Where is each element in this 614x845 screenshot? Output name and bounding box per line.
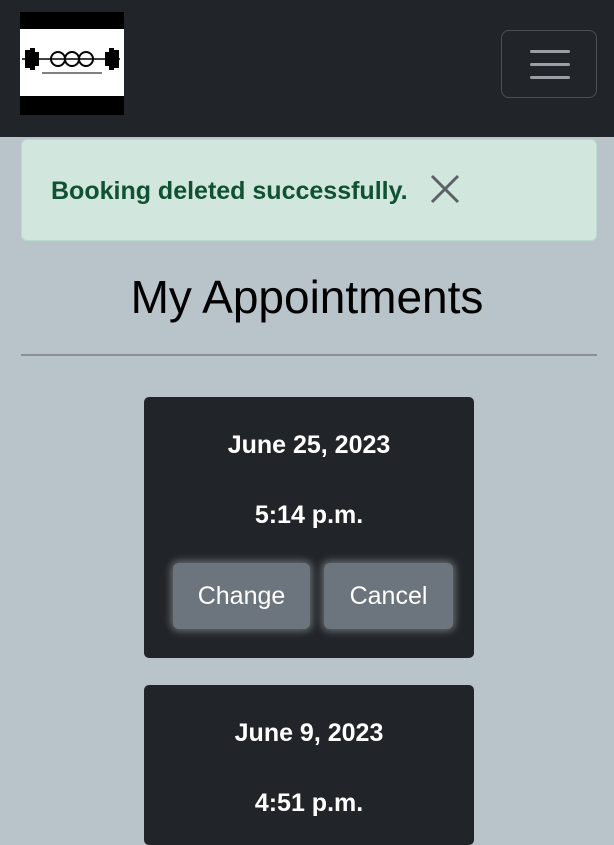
appointment-time: 4:51 p.m. <box>254 789 364 817</box>
hamburger-menu-icon-line <box>530 63 570 66</box>
appointment-date: June 9, 2023 <box>234 719 384 747</box>
brand-logo[interactable] <box>20 12 124 115</box>
success-alert: Booking deleted successfully. <box>21 139 597 241</box>
appointment-time: 5:14 p.m. <box>254 501 364 529</box>
dumbbell-logo-icon <box>22 48 120 74</box>
alert-message: Booking deleted successfully. <box>51 177 408 205</box>
appointment-card: June 25, 2023 5:14 p.m. Change Cancel <box>144 397 474 658</box>
cancel-button[interactable]: Cancel <box>324 563 453 629</box>
hamburger-menu-icon <box>530 50 570 53</box>
appointment-date: June 25, 2023 <box>227 431 391 459</box>
navbar-toggler-button[interactable] <box>501 30 597 98</box>
appointment-card: June 9, 2023 4:51 p.m. <box>144 685 474 845</box>
page-title: My Appointments <box>130 271 484 323</box>
navbar <box>0 0 614 137</box>
divider <box>21 354 597 356</box>
change-button[interactable]: Change <box>173 563 310 629</box>
hamburger-menu-icon-line <box>530 76 570 79</box>
close-icon[interactable] <box>428 172 462 206</box>
